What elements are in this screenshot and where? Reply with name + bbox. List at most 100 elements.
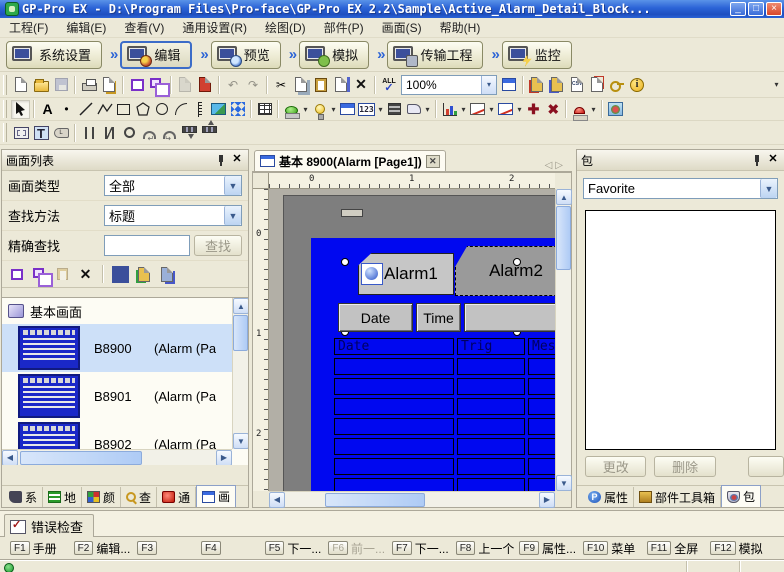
small-part[interactable] [341, 209, 363, 217]
image-placement-icon[interactable] [209, 100, 228, 119]
tag-part-icon[interactable]: L [51, 123, 71, 143]
scroll-left-icon[interactable]: ◀ [2, 450, 18, 466]
tab-package[interactable]: 包 [721, 485, 761, 507]
new-screen-icon[interactable] [127, 75, 147, 95]
contact-nc-icon[interactable] [99, 123, 119, 143]
panel-close-icon[interactable]: ✕ [766, 153, 780, 167]
window-part-icon[interactable] [338, 100, 357, 119]
dot-tool-icon[interactable]: • [57, 100, 76, 119]
menu-draw[interactable]: 绘图(D) [256, 17, 315, 38]
address-block-icon[interactable] [547, 75, 567, 95]
tab-system[interactable]: 系 [4, 487, 43, 507]
screen-list-horizontal-scrollbar[interactable]: ◀ ▶ [2, 449, 232, 465]
paste-screen-icon[interactable] [53, 265, 72, 284]
print-preview-icon[interactable] [99, 75, 119, 95]
lamp-dropdown-icon[interactable]: ▾ [329, 100, 338, 119]
screen-item-b8900[interactable]: B8900 (Alarm (Pa [2, 324, 248, 372]
mark-tool-icon[interactable] [228, 100, 247, 119]
transfer-project-button[interactable]: 传输工程 [387, 41, 483, 69]
preview-screen-icon[interactable] [111, 265, 130, 284]
circle-tool-icon[interactable] [152, 100, 171, 119]
scrollbar-thumb[interactable] [556, 206, 571, 270]
rotate-part-icon[interactable]: ✚ [543, 100, 562, 119]
scrollbar-thumb[interactable] [233, 315, 248, 351]
pin-icon[interactable] [214, 153, 228, 167]
print-icon[interactable] [79, 75, 99, 95]
change-button[interactable]: 更改 [585, 456, 646, 477]
system-settings-button[interactable]: 系统设置 [6, 41, 102, 69]
project-information-icon[interactable] [587, 75, 607, 95]
scroll-up-icon[interactable]: ▲ [556, 189, 572, 205]
alarm-table-part[interactable]: Date Trig Message [334, 338, 555, 491]
selection-handle[interactable] [341, 258, 349, 266]
error-check-all-icon[interactable]: ALL✓ [379, 75, 399, 95]
tab-search[interactable]: 查 [121, 487, 157, 507]
fkey-f3[interactable]: F3 [137, 541, 201, 555]
save-file-icon[interactable] [51, 75, 71, 95]
package-item-list[interactable] [585, 210, 776, 450]
scroll-down-icon[interactable]: ▼ [556, 475, 572, 491]
security-key-icon[interactable] [607, 75, 627, 95]
scroll-right-icon[interactable]: ▶ [216, 450, 232, 466]
scroll-up-icon[interactable]: ▲ [233, 298, 248, 314]
timer-off-icon[interactable] [159, 123, 179, 143]
fkey-f11[interactable]: F11全屏 [647, 540, 711, 557]
new-screen-icon[interactable] [7, 265, 26, 284]
screen-item-b8901[interactable]: B8901 (Alarm (Pa [2, 372, 248, 420]
scroll-left-icon[interactable]: ◀ [269, 492, 285, 508]
tab-screen-list[interactable]: 画 [196, 485, 236, 507]
alarm-part-icon[interactable] [570, 100, 589, 119]
lamp-part-icon[interactable] [310, 100, 329, 119]
graph-dropdown-icon[interactable]: ▾ [459, 100, 468, 119]
arc-tool-icon[interactable] [171, 100, 190, 119]
menu-view[interactable]: 查看(V) [115, 17, 173, 38]
error-check-tab[interactable]: 错误检查 [4, 514, 94, 538]
scroll-down-icon[interactable]: ▼ [233, 433, 248, 449]
contact-no-icon[interactable] [79, 123, 99, 143]
line-graph-icon[interactable] [468, 100, 487, 119]
data-transfer-down-icon[interactable] [179, 123, 199, 143]
fit-screen-icon[interactable] [499, 75, 519, 95]
monitor-button[interactable]: 监控 [502, 41, 572, 69]
copy-screen-icon[interactable] [30, 265, 49, 284]
base-screen-group[interactable]: 基本画面 [2, 298, 248, 324]
combo-dropdown-icon[interactable]: ▼ [760, 179, 777, 198]
special-text-part-icon[interactable]: T [31, 123, 51, 143]
fkey-f7[interactable]: F7下一... [392, 540, 456, 557]
select-cursor-icon[interactable] [11, 100, 30, 119]
panel-close-icon[interactable]: ✕ [230, 153, 244, 167]
data-display-dropdown-icon[interactable]: ▾ [423, 100, 432, 119]
csv-export-icon[interactable]: CSV [567, 75, 587, 95]
zoom-combobox[interactable]: 100% ▾ [401, 75, 497, 95]
alarm2-tab-part[interactable]: Alarm2 [455, 246, 555, 296]
fkey-f2[interactable]: F2编辑... [74, 540, 138, 557]
menu-project[interactable]: 工程(F) [0, 17, 57, 38]
edit-button[interactable]: 编辑 [120, 41, 192, 69]
close-tab-icon[interactable]: ✕ [426, 155, 440, 168]
delete-icon[interactable]: ✕ [351, 75, 371, 95]
search-button[interactable]: 查找 [194, 235, 242, 256]
preview-button[interactable]: 预览 [211, 41, 281, 69]
package-combobox[interactable]: Favorite ▼ [583, 178, 778, 199]
alarm1-tab-part[interactable]: Alarm1 [358, 253, 454, 295]
numeric-display-icon[interactable]: 123 [357, 100, 376, 119]
copy-icon[interactable] [291, 75, 311, 95]
close-button[interactable]: × [766, 2, 782, 16]
open-file-icon[interactable] [31, 75, 51, 95]
scrollbar-thumb[interactable] [20, 451, 142, 465]
menu-parts[interactable]: 部件(P) [315, 17, 373, 38]
copy-screen-icon[interactable] [147, 75, 167, 95]
fkey-f12[interactable]: F12模拟 [710, 540, 774, 557]
help-info-icon[interactable]: i [627, 75, 647, 95]
trend-graph-icon[interactable] [496, 100, 515, 119]
polygon-tool-icon[interactable] [133, 100, 152, 119]
coil-part-icon[interactable] [119, 123, 139, 143]
screen-list-vertical-scrollbar[interactable]: ▲ ▼ [232, 298, 248, 449]
move-part-icon[interactable]: ✚ [524, 100, 543, 119]
maximize-button[interactable]: □ [748, 2, 764, 16]
extra-column-button[interactable] [464, 303, 555, 332]
scroll-right-icon[interactable]: ▶ [539, 492, 555, 508]
tab-color[interactable]: 颜 [82, 487, 121, 507]
tab-scroll-arrows[interactable]: ◁▷ [545, 160, 572, 171]
rectangle-tool-icon[interactable] [114, 100, 133, 119]
